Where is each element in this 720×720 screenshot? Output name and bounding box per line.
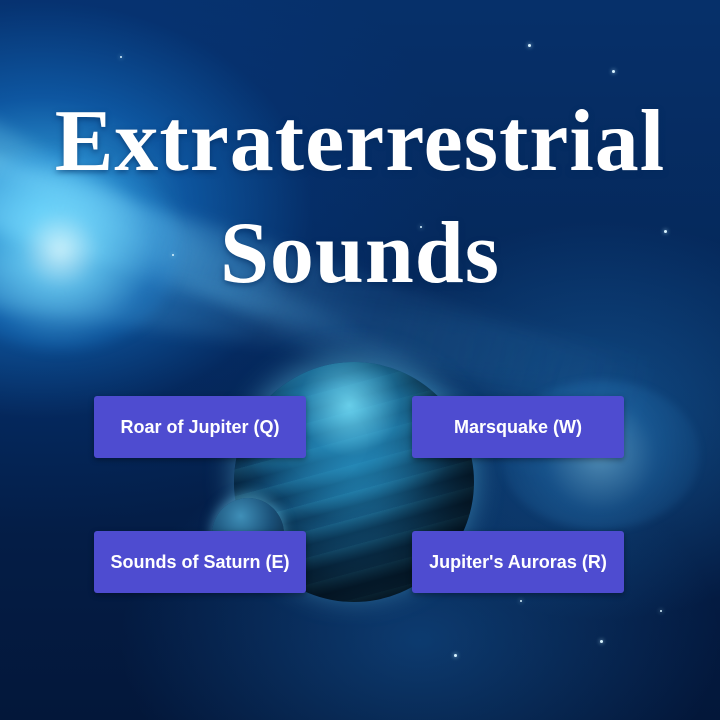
star xyxy=(660,610,662,612)
star xyxy=(528,44,531,47)
star xyxy=(600,640,603,643)
roar-of-jupiter-button[interactable]: Roar of Jupiter (Q) xyxy=(94,396,306,458)
page-title: Extraterrestrial Sounds xyxy=(0,86,720,310)
jupiters-auroras-button[interactable]: Jupiter's Auroras (R) xyxy=(412,531,624,593)
star xyxy=(612,70,615,73)
star xyxy=(454,654,457,657)
title-line-2: Sounds xyxy=(219,205,500,302)
marsquake-button[interactable]: Marsquake (W) xyxy=(412,396,624,458)
star xyxy=(120,56,122,58)
sounds-of-saturn-button[interactable]: Sounds of Saturn (E) xyxy=(94,531,306,593)
title-line-1: Extraterrestrial xyxy=(54,93,666,190)
star xyxy=(520,600,522,602)
